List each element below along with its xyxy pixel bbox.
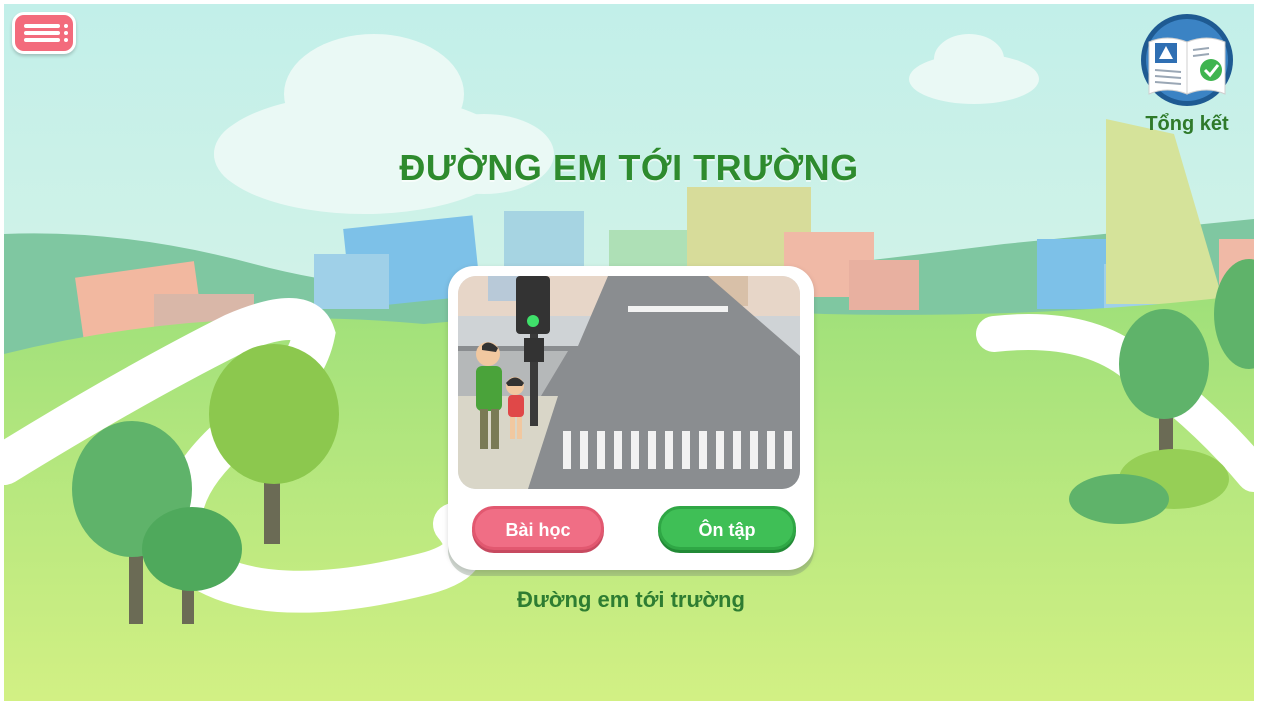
lesson-button[interactable]: Bài học [472,506,604,550]
street-scene-image [458,276,800,489]
summary-button[interactable]: Tổng kết [1137,12,1237,136]
summary-label: Tổng kết [1145,113,1229,135]
hamburger-menu-icon [24,21,73,45]
open-book-icon [1141,14,1233,106]
lesson-card: Bài học Ôn tập [448,266,814,570]
page-title: ĐƯỜNG EM TỚI TRƯỜNG [399,147,859,188]
menu-button[interactable] [12,12,76,54]
lesson-caption: Đường em tới trường [517,587,745,612]
scene: Tổng kết ĐƯỜNG EM TỚI TRƯỜNG Bài học Ôn … [4,4,1254,701]
review-button[interactable]: Ôn tập [658,506,796,550]
